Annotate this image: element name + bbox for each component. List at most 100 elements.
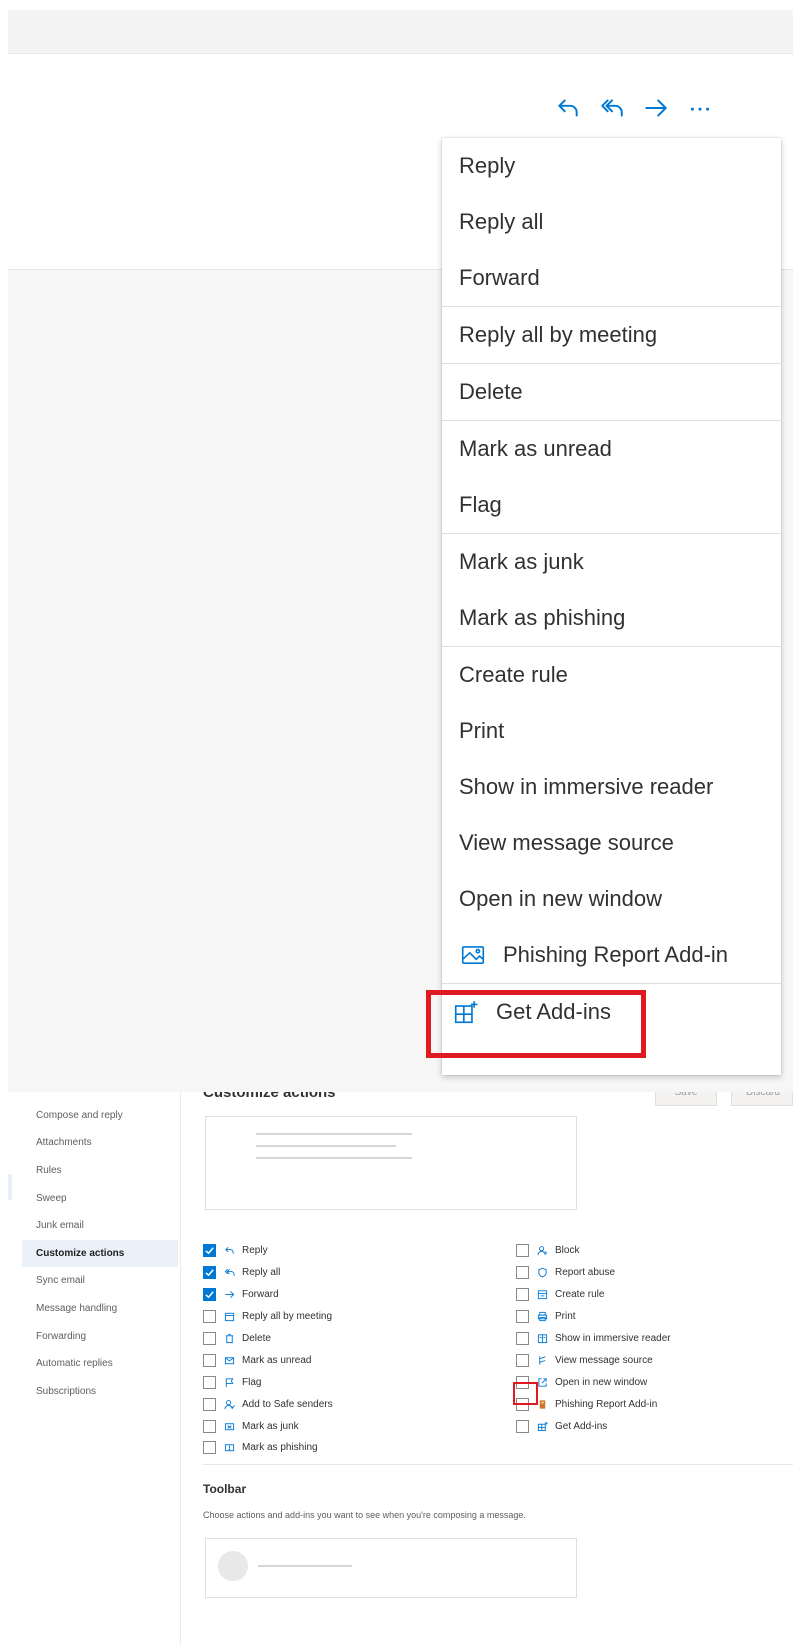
menu-item-mark-as-phishing[interactable]: Mark as phishing: [442, 590, 781, 646]
nav-item-automatic-replies[interactable]: Automatic replies: [22, 1350, 178, 1378]
checkbox-checked[interactable]: [203, 1288, 216, 1302]
menu-item-immersive-reader[interactable]: Show in immersive reader: [442, 759, 781, 815]
menu-item-flag[interactable]: Flag: [442, 477, 781, 533]
menu-item-label: Reply all by meeting: [459, 322, 658, 347]
action-row-mark-as-unread: Mark as unread: [203, 1349, 333, 1371]
nav-item-junk-email[interactable]: Junk email: [22, 1212, 178, 1240]
action-label: View message source: [555, 1354, 653, 1366]
nav-item-compose-and-reply[interactable]: Compose and reply: [22, 1102, 178, 1130]
menu-item-label: Mark as phishing: [459, 605, 626, 630]
action-label: Reply all: [242, 1267, 281, 1279]
nav-item-attachments[interactable]: Attachments: [22, 1129, 178, 1157]
action-label: Block: [555, 1245, 580, 1257]
checkbox[interactable]: [516, 1288, 529, 1302]
menu-item-delete[interactable]: Delete: [442, 364, 781, 420]
actions-right-column: Block Report abuse Create rule Print Sho: [516, 1240, 671, 1437]
action-label: Reply all by meeting: [242, 1311, 333, 1323]
message-toolbar: [546, 92, 722, 124]
discard-button[interactable]: Discard: [731, 1092, 793, 1106]
action-row-view-message-source: View message source: [516, 1349, 671, 1371]
action-row-add-to-safe-senders: Add to Safe senders: [203, 1393, 333, 1415]
menu-item-label: Print: [459, 718, 505, 743]
menu-item-get-addins[interactable]: Get Add-ins: [442, 984, 781, 1040]
block-icon: [536, 1245, 548, 1257]
checkbox[interactable]: [203, 1353, 216, 1367]
checkbox[interactable]: [203, 1397, 216, 1411]
checkbox[interactable]: [516, 1332, 529, 1345]
action-row-mark-as-phishing: Mark as phishing: [203, 1437, 333, 1459]
checkbox[interactable]: [516, 1353, 529, 1367]
checkbox[interactable]: [516, 1419, 529, 1433]
section-divider: [203, 1464, 793, 1465]
checkbox[interactable]: [516, 1375, 529, 1389]
menu-item-reply[interactable]: Reply: [442, 138, 781, 194]
checkbox[interactable]: [203, 1332, 216, 1345]
menu-item-mark-as-unread[interactable]: Mark as unread: [442, 421, 781, 477]
menu-item-label: Mark as unread: [459, 436, 612, 461]
menu-item-mark-as-junk[interactable]: Mark as junk: [442, 534, 781, 590]
menu-item-label: Flag: [459, 492, 502, 517]
checkbox[interactable]: [516, 1244, 529, 1258]
image-icon: [459, 941, 487, 969]
action-label: Print: [555, 1311, 576, 1323]
menu-item-label: View message source: [459, 830, 674, 855]
nav-item-customize-actions[interactable]: Customize actions: [22, 1239, 178, 1268]
reply-icon[interactable]: [546, 92, 590, 124]
checkbox[interactable]: [203, 1375, 216, 1389]
checkbox[interactable]: [203, 1419, 216, 1433]
checkbox[interactable]: [516, 1266, 529, 1280]
menu-item-print[interactable]: Print: [442, 703, 781, 759]
menu-item-create-rule[interactable]: Create rule: [442, 647, 781, 703]
checkbox[interactable]: [203, 1441, 216, 1455]
action-label: Mark as junk: [242, 1420, 299, 1432]
more-ellipsis-icon[interactable]: [678, 92, 722, 124]
menu-item-phishing-report-addin[interactable]: Phishing Report Add-in: [442, 927, 781, 983]
preview-line: [258, 1565, 352, 1567]
preview-line: [256, 1157, 412, 1159]
menu-item-reply-all[interactable]: Reply all: [442, 194, 781, 250]
menu-item-label: Forward: [459, 265, 540, 290]
envelope-icon: [223, 1354, 235, 1366]
menu-item-label: Mark as junk: [459, 549, 584, 574]
nav-item-subscriptions[interactable]: Subscriptions: [22, 1378, 178, 1406]
action-row-print: Print: [516, 1306, 671, 1328]
menu-item-label: Delete: [459, 379, 523, 404]
printer-icon: [536, 1311, 548, 1323]
nav-item-forwarding[interactable]: Forwarding: [22, 1322, 178, 1350]
action-row-reply-all: Reply all: [203, 1262, 333, 1284]
menu-item-label: Get Add-ins: [496, 999, 611, 1024]
nav-item-message-handling[interactable]: Message handling: [22, 1295, 178, 1323]
save-button[interactable]: Save: [655, 1092, 717, 1106]
menu-item-label: Reply all: [459, 209, 544, 234]
addin-icon: [536, 1398, 548, 1410]
forward-arrow-icon[interactable]: [634, 92, 678, 124]
action-row-flag: Flag: [203, 1371, 333, 1393]
reply-all-icon[interactable]: [590, 92, 634, 124]
nav-item-rules[interactable]: Rules: [22, 1157, 178, 1185]
menu-item-view-message-source[interactable]: View message source: [442, 815, 781, 871]
checkbox-checked[interactable]: [203, 1244, 216, 1258]
checkbox-checked[interactable]: [203, 1266, 216, 1280]
action-row-report-abuse: Report abuse: [516, 1262, 671, 1284]
action-label: Open in new window: [555, 1376, 648, 1388]
action-row-reply: Reply: [203, 1240, 333, 1262]
nav-item-layout[interactable]: Layout: [22, 1092, 178, 1102]
action-row-block: Block: [516, 1240, 671, 1262]
shield-icon: [536, 1267, 548, 1279]
nav-item-sweep[interactable]: Sweep: [22, 1184, 178, 1212]
menu-item-forward[interactable]: Forward: [442, 250, 781, 306]
rule-icon: [536, 1289, 548, 1301]
checkbox[interactable]: [203, 1310, 216, 1324]
phishing-icon: [223, 1442, 235, 1454]
action-label: Get Add-ins: [555, 1420, 608, 1432]
checkbox[interactable]: [516, 1397, 529, 1411]
page-title: Customize actions: [203, 1092, 336, 1101]
menu-item-reply-all-by-meeting[interactable]: Reply all by meeting: [442, 307, 781, 363]
action-row-mark-as-junk: Mark as junk: [203, 1415, 333, 1437]
source-icon: [536, 1354, 548, 1366]
menu-item-label: Reply: [459, 153, 516, 178]
nav-item-sync-email[interactable]: Sync email: [22, 1267, 178, 1295]
checkbox[interactable]: [516, 1310, 529, 1324]
menu-item-open-new-window[interactable]: Open in new window: [442, 871, 781, 927]
action-row-delete: Delete: [203, 1328, 333, 1350]
